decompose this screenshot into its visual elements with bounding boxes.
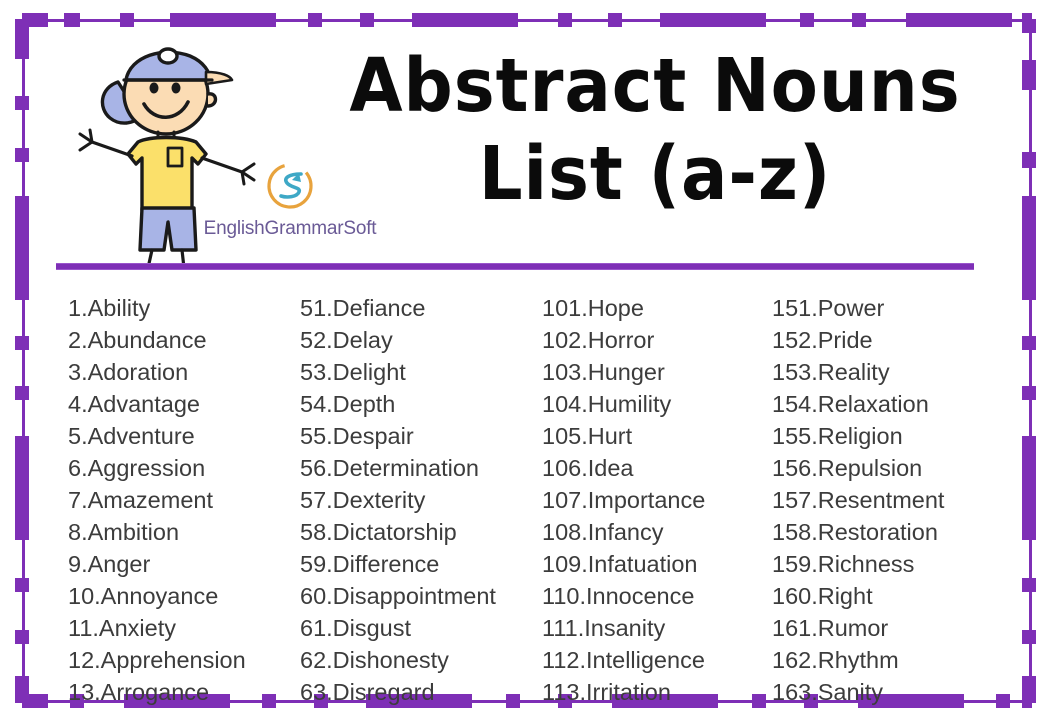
brand-logo-caption: EnglishGrammarSoft bbox=[203, 218, 377, 239]
frame-node-left bbox=[15, 336, 29, 350]
noun-column-2: 51.Defiance 52.Delay 53.Delight 54.Depth 55.… bbox=[300, 292, 542, 708]
noun-entry: 112.Intelligence bbox=[542, 647, 705, 673]
noun-entry: 1.Ability bbox=[68, 295, 151, 321]
noun-entry: 159.Richness bbox=[772, 551, 915, 577]
frame-node-left bbox=[15, 676, 29, 703]
noun-entry: 154.Relaxation bbox=[772, 391, 929, 417]
noun-entry: 57.Dexterity bbox=[300, 487, 426, 513]
noun-entry: 110.Innocence bbox=[542, 583, 695, 609]
noun-entry: 157.Resentment bbox=[772, 487, 945, 513]
noun-entry: 163.Sanity bbox=[772, 679, 884, 705]
noun-entry: 156.Repulsion bbox=[772, 455, 923, 481]
noun-entry: 111.Insanity bbox=[542, 615, 666, 641]
frame-node-left bbox=[15, 578, 29, 592]
frame-node-right bbox=[1022, 676, 1036, 703]
noun-entry: 53.Delight bbox=[300, 359, 406, 385]
noun-entry: 153.Reality bbox=[772, 359, 890, 385]
noun-entry: 13.Arrogance bbox=[68, 679, 210, 705]
noun-entry: 108.Infancy bbox=[542, 519, 664, 545]
page-title-line-1: Abstract Nouns bbox=[349, 43, 961, 129]
title-divider bbox=[56, 263, 974, 270]
noun-entry: 51.Defiance bbox=[300, 295, 426, 321]
noun-entry: 109.Infatuation bbox=[542, 551, 698, 577]
frame-node-right bbox=[1022, 386, 1036, 400]
frame-node-right bbox=[1022, 336, 1036, 350]
noun-entry: 113.Irritation bbox=[542, 679, 671, 705]
poster-header: EnglishGrammarSoft Abstract Nouns List (… bbox=[0, 0, 1052, 268]
noun-entry: 151.Power bbox=[772, 295, 885, 321]
frame-node-right bbox=[1022, 630, 1036, 644]
noun-entry: 102.Horror bbox=[542, 327, 655, 353]
noun-entry: 161.Rumor bbox=[772, 615, 889, 641]
noun-entry: 162.Rhythm bbox=[772, 647, 899, 673]
noun-entry: 107.Importance bbox=[542, 487, 706, 513]
noun-entry: 55.Despair bbox=[300, 423, 414, 449]
noun-entry: 105.Hurt bbox=[542, 423, 633, 449]
noun-entry: 54.Depth bbox=[300, 391, 396, 417]
noun-entry: 152.Pride bbox=[772, 327, 873, 353]
frame-node-left bbox=[15, 630, 29, 644]
noun-entry: 6.Aggression bbox=[68, 455, 206, 481]
noun-entry: 61.Disgust bbox=[300, 615, 412, 641]
noun-entry: 8.Ambition bbox=[68, 519, 180, 545]
noun-entry: 103.Hunger bbox=[542, 359, 665, 385]
noun-entry: 59.Difference bbox=[300, 551, 440, 577]
noun-entry: 4.Advantage bbox=[68, 391, 200, 417]
noun-entry: 158.Restoration bbox=[772, 519, 938, 545]
noun-entry: 12.Apprehension bbox=[68, 647, 246, 673]
frame-node-bottom bbox=[996, 694, 1010, 708]
noun-entry: 155.Religion bbox=[772, 423, 903, 449]
noun-entry: 9.Anger bbox=[68, 551, 151, 577]
noun-entry: 104.Humility bbox=[542, 391, 672, 417]
page-title: Abstract Nouns List (a-z) bbox=[300, 42, 1010, 218]
frame-node-right bbox=[1022, 436, 1036, 540]
noun-entry: 63.Disregard bbox=[300, 679, 435, 705]
noun-entry: 11.Anxiety bbox=[68, 615, 176, 641]
page-title-line-2: List (a-z) bbox=[478, 131, 832, 217]
noun-entry: 3.Adoration bbox=[68, 359, 189, 385]
noun-entry: 10.Annoyance bbox=[68, 583, 219, 609]
noun-entry: 106.Idea bbox=[542, 455, 634, 481]
noun-entry: 60.Disappointment bbox=[300, 583, 496, 609]
noun-entry: 7.Amazement bbox=[68, 487, 213, 513]
noun-entry: 160.Right bbox=[772, 583, 873, 609]
noun-column-1: 1.Ability 2.Abundance 3.Adoration 4.Advanta… bbox=[56, 292, 300, 708]
noun-column-4: 151.Power 152.Pride 153.Reality 154.Relaxat… bbox=[772, 292, 992, 708]
noun-entry: 5.Adventure bbox=[68, 423, 195, 449]
noun-entry: 56.Determination bbox=[300, 455, 479, 481]
noun-column-3: 101.Hope 102.Horror 103.Hunger 104.Humility… bbox=[542, 292, 772, 708]
frame-node-left bbox=[15, 386, 29, 400]
noun-entry: 52.Delay bbox=[300, 327, 393, 353]
noun-list-columns: 1.Ability 2.Abundance 3.Adoration 4.Advanta… bbox=[56, 292, 986, 708]
noun-entry: 101.Hope bbox=[542, 295, 644, 321]
noun-entry: 62.Dishonesty bbox=[300, 647, 449, 673]
noun-entry: 2.Abundance bbox=[68, 327, 207, 353]
frame-node-right bbox=[1022, 578, 1036, 592]
noun-entry: 58.Dictatorship bbox=[300, 519, 457, 545]
frame-node-left bbox=[15, 436, 29, 540]
poster-page: EnglishGrammarSoft Abstract Nouns List (… bbox=[0, 0, 1052, 711]
